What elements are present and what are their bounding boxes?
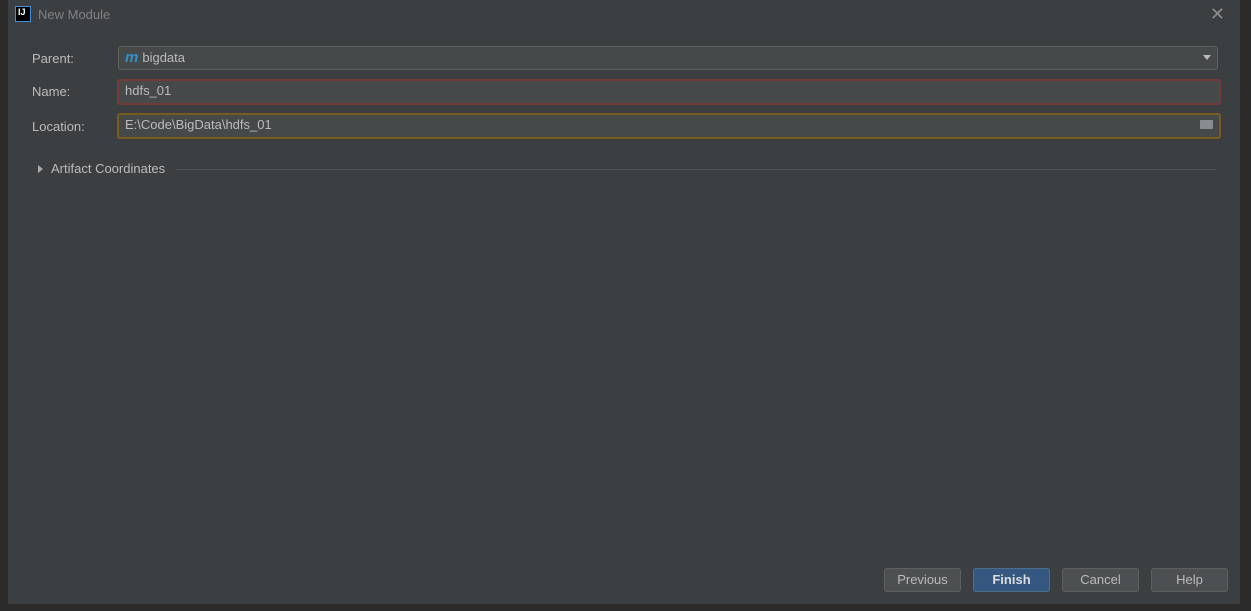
location-label: Location: bbox=[32, 119, 85, 134]
name-label: Name: bbox=[32, 84, 71, 99]
parent-value: bigdata bbox=[142, 50, 185, 65]
location-value: E:\Code\BigData\hdfs_01 bbox=[125, 117, 272, 132]
cancel-button[interactable]: Cancel bbox=[1062, 568, 1139, 592]
location-input[interactable]: E:\Code\BigData\hdfs_01 bbox=[117, 113, 1221, 139]
help-button[interactable]: Help bbox=[1151, 568, 1228, 592]
parent-select[interactable]: m bigdata bbox=[118, 46, 1218, 70]
dialog-title: New Module bbox=[38, 7, 111, 22]
name-input[interactable]: hdfs_01 bbox=[117, 79, 1221, 105]
expand-arrow-icon bbox=[38, 164, 43, 173]
folder-icon[interactable] bbox=[1200, 120, 1213, 129]
chevron-down-icon[interactable] bbox=[1203, 55, 1211, 60]
name-value: hdfs_01 bbox=[125, 83, 172, 98]
maven-module-icon: m bbox=[125, 49, 139, 66]
intellij-logo-icon: IJ bbox=[15, 6, 31, 22]
separator bbox=[176, 169, 1216, 170]
close-icon[interactable]: ✕ bbox=[1210, 4, 1225, 25]
previous-button[interactable]: Previous bbox=[884, 568, 961, 592]
new-module-dialog: IJ New Module ✕ Parent: m bigdata Name: h… bbox=[8, 0, 1241, 604]
finish-button[interactable]: Finish bbox=[973, 568, 1050, 592]
artifact-coordinates-toggle[interactable]: Artifact Coordinates bbox=[38, 161, 165, 176]
parent-label: Parent: bbox=[32, 51, 74, 66]
artifact-coordinates-label: Artifact Coordinates bbox=[51, 161, 166, 176]
